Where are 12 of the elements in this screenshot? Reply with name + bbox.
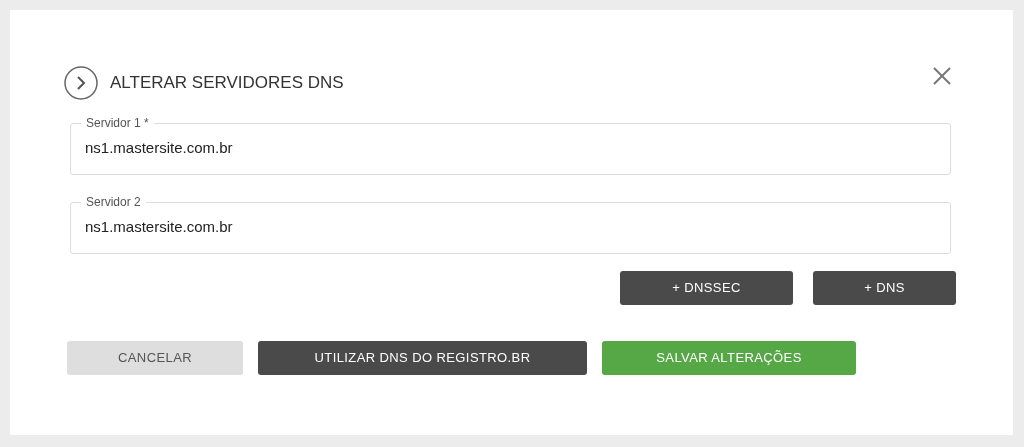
action-button[interactable]: + DNS (813, 271, 956, 305)
dialog-title: ALTERAR SERVIDORES DNS (110, 72, 344, 95)
field-input[interactable]: ns1.mastersite.com.br (85, 137, 585, 160)
field-label: Servidor 1 * (85, 115, 150, 131)
action-button[interactable]: CANCELAR (67, 341, 243, 375)
chevron-circle-icon (64, 66, 98, 100)
field-label: Servidor 2 (85, 194, 142, 210)
action-button[interactable]: UTILIZAR DNS DO REGISTRO.BR (258, 341, 587, 375)
field-input[interactable]: ns1.mastersite.com.br (85, 216, 585, 239)
text-field[interactable]: Servidor 1 * ns1.mastersite.com.br (70, 115, 951, 175)
action-button[interactable]: + DNSSEC (620, 271, 793, 305)
text-field[interactable]: Servidor 2 ns1.mastersite.com.br (70, 194, 951, 254)
